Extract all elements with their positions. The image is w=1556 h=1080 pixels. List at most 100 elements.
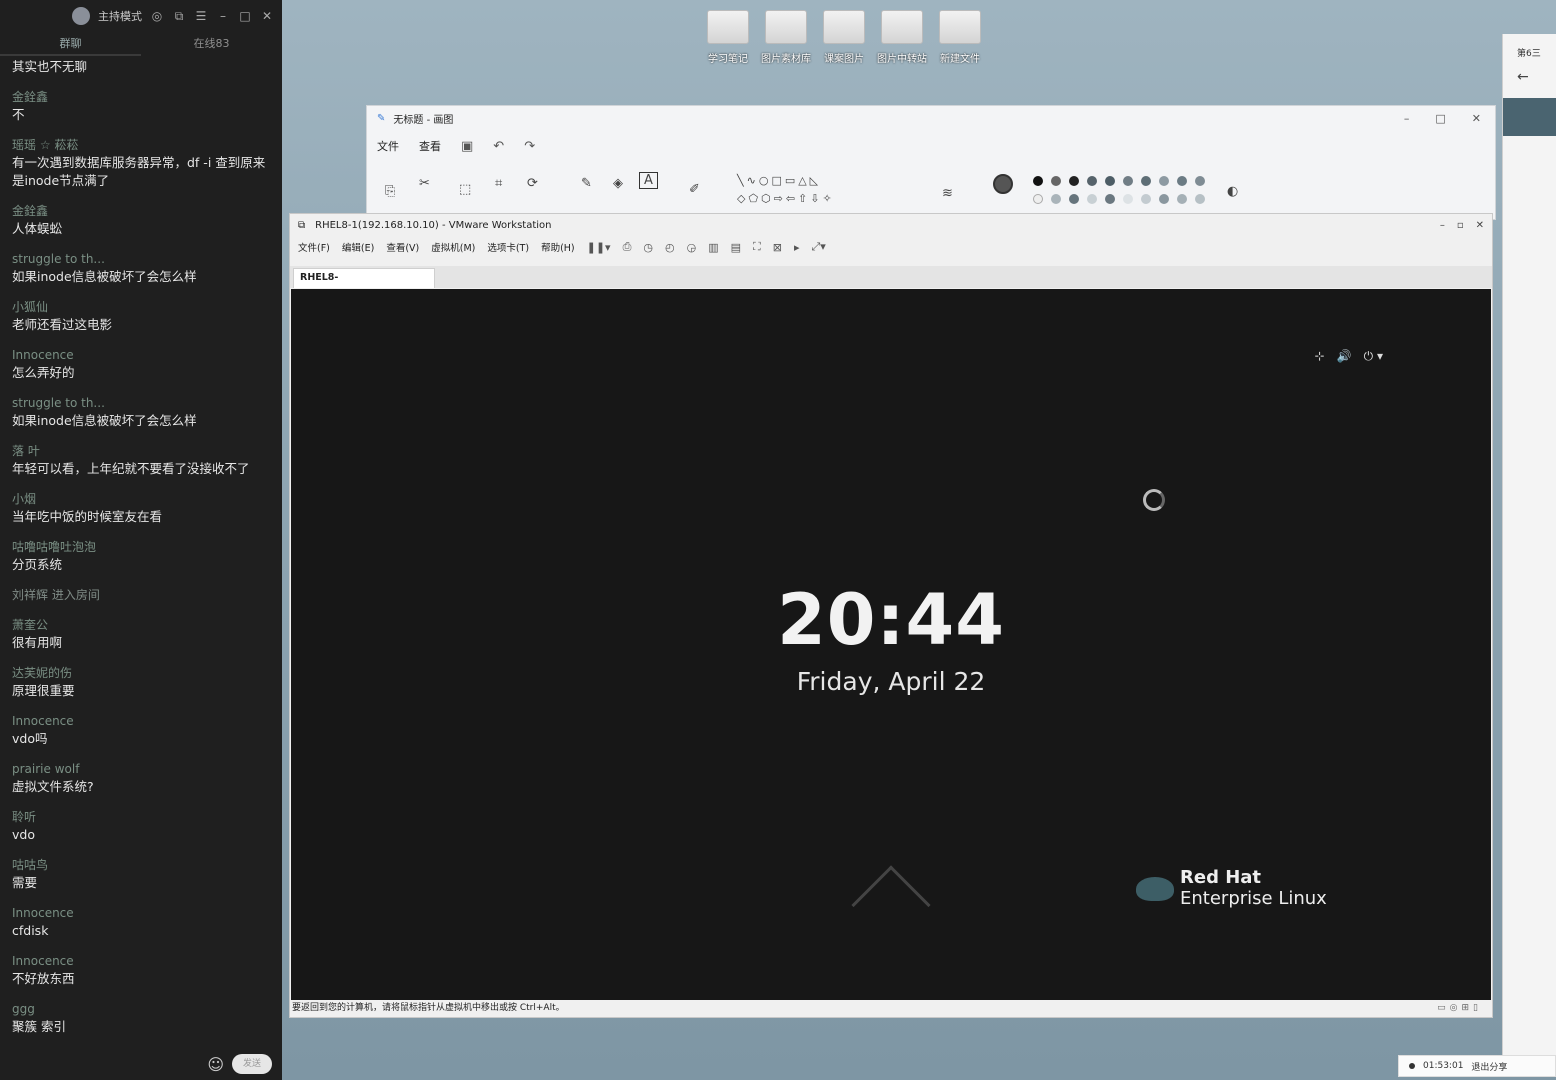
message-username[interactable]: 落 叶 [12, 443, 282, 460]
crop-icon[interactable]: ⌗ [495, 176, 502, 191]
vm-screen[interactable]: ⊹ 🔊 ⏻ ▾ 20:44 Friday, April 22 Red Hat E… [291, 289, 1491, 1001]
menu-file[interactable]: 文件(F) [298, 240, 330, 254]
message-username[interactable]: 咕咕鸟 [12, 857, 282, 874]
pencil-icon[interactable]: ✎ [581, 176, 592, 191]
close-icon[interactable]: ✕ [1476, 220, 1484, 231]
desktop-icon[interactable]: 新建文件 [934, 10, 986, 65]
brush-icon[interactable]: ✐ [689, 182, 700, 197]
message-username[interactable]: ggg [12, 1001, 282, 1018]
maximize-icon[interactable]: ▫ [1457, 220, 1464, 231]
exit-share-button[interactable]: 退出分享 [1471, 1060, 1507, 1073]
minimize-icon[interactable]: – [216, 9, 230, 23]
color-swatch[interactable] [1069, 194, 1079, 204]
message-username[interactable]: 达芙妮的伤 [12, 665, 282, 682]
maximize-icon[interactable]: □ [1435, 112, 1445, 125]
unity-icon[interactable]: ⊠ [773, 241, 782, 254]
message-username[interactable]: 咕噜咕噜吐泡泡 [12, 539, 282, 556]
back-arrow-icon[interactable]: ← [1503, 59, 1556, 85]
select-icon[interactable]: ⬚ [459, 182, 471, 197]
message-username[interactable]: 瑶瑶 ☆ 菘菘 [12, 137, 282, 154]
color-swatch[interactable] [1177, 176, 1187, 186]
volume-icon[interactable]: 🔊 [1337, 349, 1352, 364]
paste-icon[interactable]: ⎘ [385, 184, 395, 199]
color-swatch[interactable] [1195, 194, 1205, 204]
desktop-icon[interactable]: 图片中转站 [876, 10, 928, 65]
message-username[interactable]: 金銓鑫 [12, 203, 282, 220]
menu-edit[interactable]: 编辑(E) [342, 240, 374, 254]
redo-icon[interactable]: ↷ [524, 139, 535, 154]
color-swatch[interactable] [1123, 176, 1133, 186]
color-swatch[interactable] [1051, 176, 1061, 186]
message-list[interactable]: 其实也不无聊 金銓鑫不瑶瑶 ☆ 菘菘 有一次遇到数据库服务器异常，df -i 查到原… [0, 58, 282, 1048]
power-icon[interactable]: ⏻ ▾ [1364, 349, 1383, 364]
close-icon[interactable]: ✕ [260, 9, 274, 23]
message-username[interactable]: 萧奎公 [12, 617, 282, 634]
color-swatch[interactable] [1159, 176, 1169, 186]
color-swatch[interactable] [1051, 194, 1061, 204]
color-swatch[interactable] [1195, 176, 1205, 186]
message-username[interactable]: Innocence [12, 953, 282, 970]
pause-icon[interactable]: ❚❚▾ [587, 241, 611, 254]
color-swatch[interactable] [1087, 176, 1097, 186]
send-button[interactable]: 发送 [232, 1054, 272, 1074]
menu-help[interactable]: 帮助(H) [541, 240, 575, 254]
library-icon[interactable]: ▥ [708, 241, 718, 254]
tab-vm[interactable]: RHEL8-1(192.168.10.10)× [293, 268, 435, 301]
desktop-icon[interactable]: 学习笔记 [702, 10, 754, 65]
message-username[interactable]: 聆听 [12, 809, 282, 826]
shapes-row2-icon[interactable]: ◇⬠⬡⇨⇦⇧⇩✧ [737, 192, 835, 205]
tab-group-chat[interactable]: 群聊 [0, 32, 141, 56]
menu-view[interactable]: 查看 [419, 138, 441, 154]
popout-icon[interactable]: ⧉ [172, 9, 186, 24]
network-icon[interactable]: ⊹ [1315, 349, 1325, 364]
size-icon[interactable]: ≋ [942, 186, 953, 201]
message-username[interactable]: struggle to th... [12, 251, 282, 268]
color-swatch[interactable] [1141, 194, 1151, 204]
color1-swatch[interactable] [993, 174, 1013, 194]
desktop-icon[interactable]: 图片素材库 [760, 10, 812, 65]
message-username[interactable]: 小烟 [12, 491, 282, 508]
device-icons[interactable]: ▭◎⊞▯ [1437, 1000, 1482, 1017]
message-username[interactable]: Innocence [12, 713, 282, 730]
menu-icon[interactable]: ☰ [194, 9, 208, 23]
color-swatch[interactable] [1105, 176, 1115, 186]
fullscreen-icon[interactable]: ⛶ [753, 240, 761, 254]
minimize-icon[interactable]: – [1404, 112, 1410, 125]
message-username[interactable]: Innocence [12, 905, 282, 922]
send-keys-icon[interactable]: ⎙ [623, 240, 632, 254]
avatar[interactable] [72, 7, 90, 25]
chevron-up-icon[interactable] [851, 865, 931, 945]
message-username[interactable]: 小狐仙 [12, 299, 282, 316]
undo-icon[interactable]: ↶ [493, 139, 504, 154]
browser-tab[interactable]: 第6三 [1503, 34, 1556, 59]
menu-vm[interactable]: 虚拟机(M) [431, 240, 475, 254]
rotate-icon[interactable]: ⟳ [527, 176, 538, 191]
snapshot-manager-icon[interactable]: ◶ [687, 241, 697, 254]
console-icon[interactable]: ▸ [794, 241, 800, 254]
thumbnail-icon[interactable]: ▤ [731, 241, 741, 254]
fill-icon[interactable]: ◈ [613, 176, 623, 191]
color-swatch[interactable] [1105, 194, 1115, 204]
message-username[interactable]: 刘祥辉 进入房间 [12, 587, 282, 604]
minimize-icon[interactable]: – [1440, 220, 1445, 231]
color-swatch[interactable] [1141, 176, 1151, 186]
message-username[interactable]: prairie wolf [12, 761, 282, 778]
message-username[interactable]: Innocence [12, 347, 282, 364]
color-swatch[interactable] [1123, 194, 1133, 204]
menu-view[interactable]: 查看(V) [386, 240, 419, 254]
color-picker-icon[interactable]: ◐ [1227, 184, 1238, 199]
color-swatch[interactable] [1033, 176, 1043, 186]
menu-tabs[interactable]: 选项卡(T) [487, 240, 529, 254]
snapshot-icon[interactable]: ◷ [643, 241, 653, 254]
settings-icon[interactable]: ◎ [150, 9, 164, 23]
color-swatch[interactable] [1033, 194, 1043, 204]
emoji-icon[interactable]: ☺ [207, 1055, 224, 1074]
desktop-icon[interactable]: 课案图片 [818, 10, 870, 65]
shapes-icon[interactable]: ╲∿○□▭△◺ [737, 174, 821, 187]
message-username[interactable]: struggle to th... [12, 395, 282, 412]
maximize-icon[interactable]: □ [238, 9, 252, 23]
revert-snapshot-icon[interactable]: ◴ [665, 241, 675, 254]
text-tool-icon[interactable]: A [639, 172, 658, 189]
save-icon[interactable]: ▣ [461, 139, 473, 154]
color-swatch[interactable] [1177, 194, 1187, 204]
